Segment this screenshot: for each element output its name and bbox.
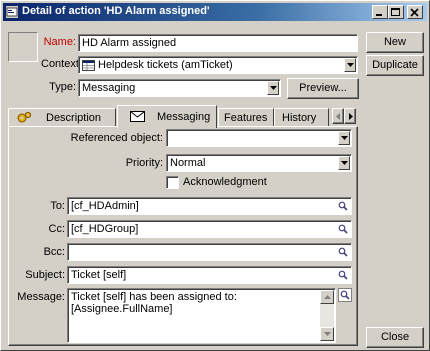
cc-value: [cf_HDGroup] (71, 223, 139, 235)
tab-history[interactable]: History (274, 108, 329, 127)
gears-icon (17, 111, 32, 123)
message-label: Message: (17, 291, 65, 303)
subject-zoom-button[interactable] (336, 268, 350, 282)
maximize-button[interactable] (388, 5, 404, 19)
detail-window: Detail of action 'HD Alarm assigned' Nam… (0, 0, 430, 351)
bcc-label: Bcc: (43, 246, 65, 258)
chevron-down-icon (341, 161, 348, 165)
magnifier-icon (338, 247, 348, 257)
app-icon (6, 6, 18, 18)
priority-value: Normal (170, 157, 206, 169)
maximize-icon (391, 8, 400, 16)
new-button[interactable]: New (366, 32, 424, 53)
message-scrollbar[interactable] (320, 290, 334, 341)
arrow-up-icon (324, 295, 331, 299)
tab-strip: Description Messaging Features History (8, 105, 358, 128)
to-zoom-button[interactable] (336, 199, 350, 213)
priority-select[interactable]: Normal (166, 154, 352, 172)
duplicate-button-label: Duplicate (372, 59, 418, 71)
type-value: Messaging (82, 82, 136, 94)
tab-messaging-label: Messaging (157, 111, 211, 123)
message-textarea[interactable]: Ticket [self] has been assigned to: [Ass… (67, 288, 336, 343)
preview-button-label: Preview... (299, 82, 347, 94)
context-dropdown-button[interactable] (344, 58, 356, 72)
arrow-left-icon (336, 113, 340, 120)
close-icon (410, 8, 419, 17)
to-label: To: (50, 200, 65, 212)
close-button[interactable]: Close (366, 327, 424, 348)
acknowledgment-checkbox[interactable] (166, 176, 179, 189)
type-select[interactable]: Messaging (78, 79, 281, 97)
type-dropdown-button[interactable] (267, 81, 279, 95)
context-value: Helpdesk tickets (amTicket) (98, 59, 233, 71)
minimize-button[interactable] (372, 5, 388, 19)
preview-button[interactable]: Preview... (287, 78, 359, 99)
message-zoom-button[interactable] (338, 288, 352, 302)
chevron-down-icon (341, 136, 348, 140)
priority-label: Priority: (125, 157, 163, 169)
magnifier-icon (340, 290, 350, 300)
chevron-down-icon (347, 63, 354, 67)
referenced-object-select[interactable] (166, 129, 352, 147)
context-label: Context: (41, 58, 82, 70)
referenced-object-dropdown-button[interactable] (338, 131, 350, 145)
tab-scroll-right-button[interactable] (344, 108, 356, 124)
subject-label: Subject: (25, 269, 65, 281)
tab-history-label: History (282, 112, 317, 124)
scroll-down-button[interactable] (320, 327, 334, 341)
priority-dropdown-button[interactable] (338, 156, 350, 170)
magnifier-icon (338, 224, 348, 234)
subject-field[interactable]: Ticket [self] (67, 266, 352, 284)
name-field[interactable]: HD Alarm assigned (78, 34, 358, 52)
name-label: Name: (43, 36, 76, 48)
cc-field[interactable]: [cf_HDGroup] (67, 220, 352, 238)
close-button-label: Close (380, 331, 410, 343)
chevron-down-icon (270, 86, 277, 90)
magnifier-icon (338, 270, 348, 280)
magnifier-icon (338, 201, 348, 211)
envelope-icon (130, 111, 145, 122)
arrow-right-icon (349, 113, 353, 120)
bcc-field[interactable] (67, 243, 352, 261)
tab-description-label: Description (46, 112, 102, 124)
minimize-icon (376, 14, 382, 16)
duplicate-button[interactable]: Duplicate (366, 55, 424, 76)
message-line-1: Ticket [self] has been assigned to: (71, 291, 237, 303)
subject-value: Ticket [self] (71, 269, 127, 281)
arrow-down-icon (324, 332, 331, 336)
message-text: Ticket [self] has been assigned to: [Ass… (71, 291, 237, 315)
cc-label: Cc: (48, 223, 66, 235)
name-value: HD Alarm assigned (82, 37, 177, 49)
image-box[interactable] (8, 32, 38, 62)
tab-features-label: Features (224, 112, 268, 124)
bcc-zoom-button[interactable] (336, 245, 350, 259)
message-line-2: [Assignee.FullName] (71, 303, 173, 315)
window-title: Detail of action 'HD Alarm assigned' (22, 5, 210, 17)
close-window-button[interactable] (407, 5, 423, 19)
type-label: Type: (49, 81, 76, 93)
tab-scroll-left-button[interactable] (332, 108, 344, 124)
scroll-up-button[interactable] (320, 290, 334, 304)
tab-features[interactable]: Features (218, 108, 274, 127)
tab-description[interactable]: Description (8, 108, 116, 127)
to-field[interactable]: [cf_HDAdmin] (67, 197, 352, 215)
title-bar[interactable]: Detail of action 'HD Alarm assigned' (3, 3, 427, 21)
to-value: [cf_HDAdmin] (71, 200, 139, 212)
table-icon (82, 60, 95, 71)
referenced-object-label: Referenced object: (70, 132, 163, 144)
new-button-label: New (383, 36, 406, 48)
tab-messaging[interactable]: Messaging (117, 105, 217, 128)
acknowledgment-label: Acknowledgment (183, 176, 267, 188)
cc-zoom-button[interactable] (336, 222, 350, 236)
context-select[interactable]: Helpdesk tickets (amTicket) (78, 56, 358, 74)
